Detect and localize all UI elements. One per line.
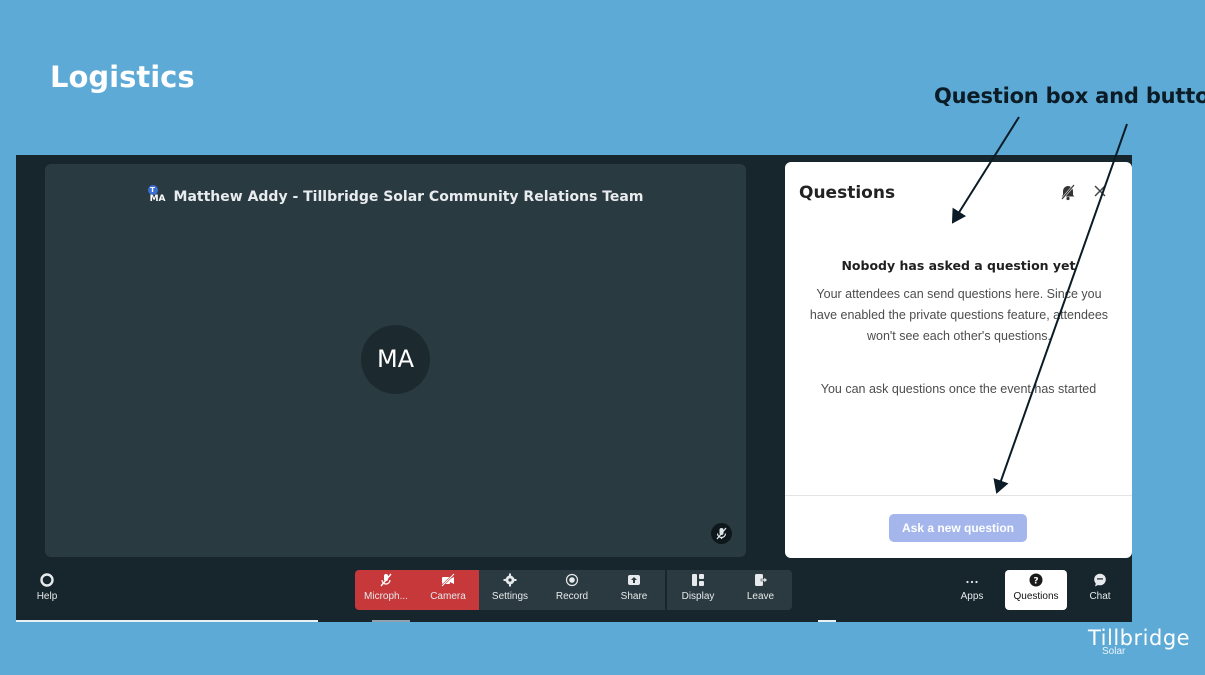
questions-panel — [785, 162, 1132, 558]
panel-divider — [785, 495, 1132, 496]
record-button[interactable]: Record — [541, 570, 603, 610]
question-icon: ? — [1029, 573, 1043, 587]
microphone-label: Microph... — [364, 591, 408, 602]
tillbridge-logo: Tillbridge Solar — [1088, 626, 1190, 657]
microphone-muted-icon — [380, 573, 392, 587]
more-dots-icon — [966, 580, 978, 584]
empty-state-note: You can ask questions once the event has… — [820, 382, 1097, 396]
participant-name-row: T MA Matthew Addy - Tillbridge Solar Com… — [45, 185, 746, 207]
questions-panel-title: Questions — [799, 183, 896, 203]
share-button[interactable]: Share — [603, 570, 665, 610]
help-icon — [40, 573, 54, 587]
record-label: Record — [555, 591, 589, 602]
progress-line — [16, 620, 318, 622]
record-icon — [565, 573, 579, 587]
settings-button[interactable]: Settings — [479, 570, 541, 610]
tile-mic-muted-icon — [711, 523, 732, 544]
svg-text:?: ? — [1033, 577, 1038, 587]
empty-state-description: Your attendees can send questions here. … — [809, 287, 1109, 343]
display-button[interactable]: Display — [667, 570, 729, 610]
gear-icon — [503, 573, 517, 587]
leave-button[interactable]: Leave — [729, 570, 792, 610]
callout-label: Question box and button — [934, 84, 1205, 108]
chat-bubble-icon — [1094, 573, 1106, 587]
camera-label: Camera — [430, 591, 466, 602]
help-label: Help — [36, 591, 58, 602]
apps-button[interactable]: Apps — [941, 570, 1003, 610]
close-icon[interactable] — [1093, 184, 1107, 198]
slide-title: Logistics — [50, 60, 195, 94]
ask-question-button[interactable]: Ask a new question — [889, 514, 1027, 542]
camera-off-icon — [441, 573, 455, 587]
leave-label: Leave — [746, 591, 775, 602]
settings-label: Settings — [491, 591, 529, 602]
leave-icon — [754, 574, 768, 586]
progress-line — [372, 620, 410, 622]
empty-state-title: Nobody has asked a question yet — [841, 258, 1076, 273]
questions-button[interactable]: ? Questions — [1005, 570, 1067, 610]
share-icon — [628, 575, 640, 585]
questions-label: Questions — [1013, 591, 1059, 602]
chat-label: Chat — [1089, 591, 1111, 602]
display-label: Display — [681, 591, 715, 602]
share-label: Share — [620, 591, 648, 602]
participant-badge-initials: MA — [149, 194, 166, 204]
display-layout-icon — [692, 574, 704, 586]
microphone-button[interactable]: Microph... — [355, 570, 417, 610]
apps-label: Apps — [960, 591, 984, 602]
mute-notifications-icon[interactable] — [1060, 183, 1076, 201]
camera-button[interactable]: Camera — [417, 570, 479, 610]
help-button[interactable]: Help — [16, 570, 78, 610]
participant-badge-dot: T — [147, 185, 158, 195]
chat-button[interactable]: Chat — [1069, 570, 1131, 610]
participant-mini-avatar: T MA — [147, 185, 168, 207]
avatar: MA — [361, 325, 430, 394]
participant-name: Matthew Addy - Tillbridge Solar Communit… — [173, 189, 644, 205]
progress-line — [818, 620, 836, 622]
